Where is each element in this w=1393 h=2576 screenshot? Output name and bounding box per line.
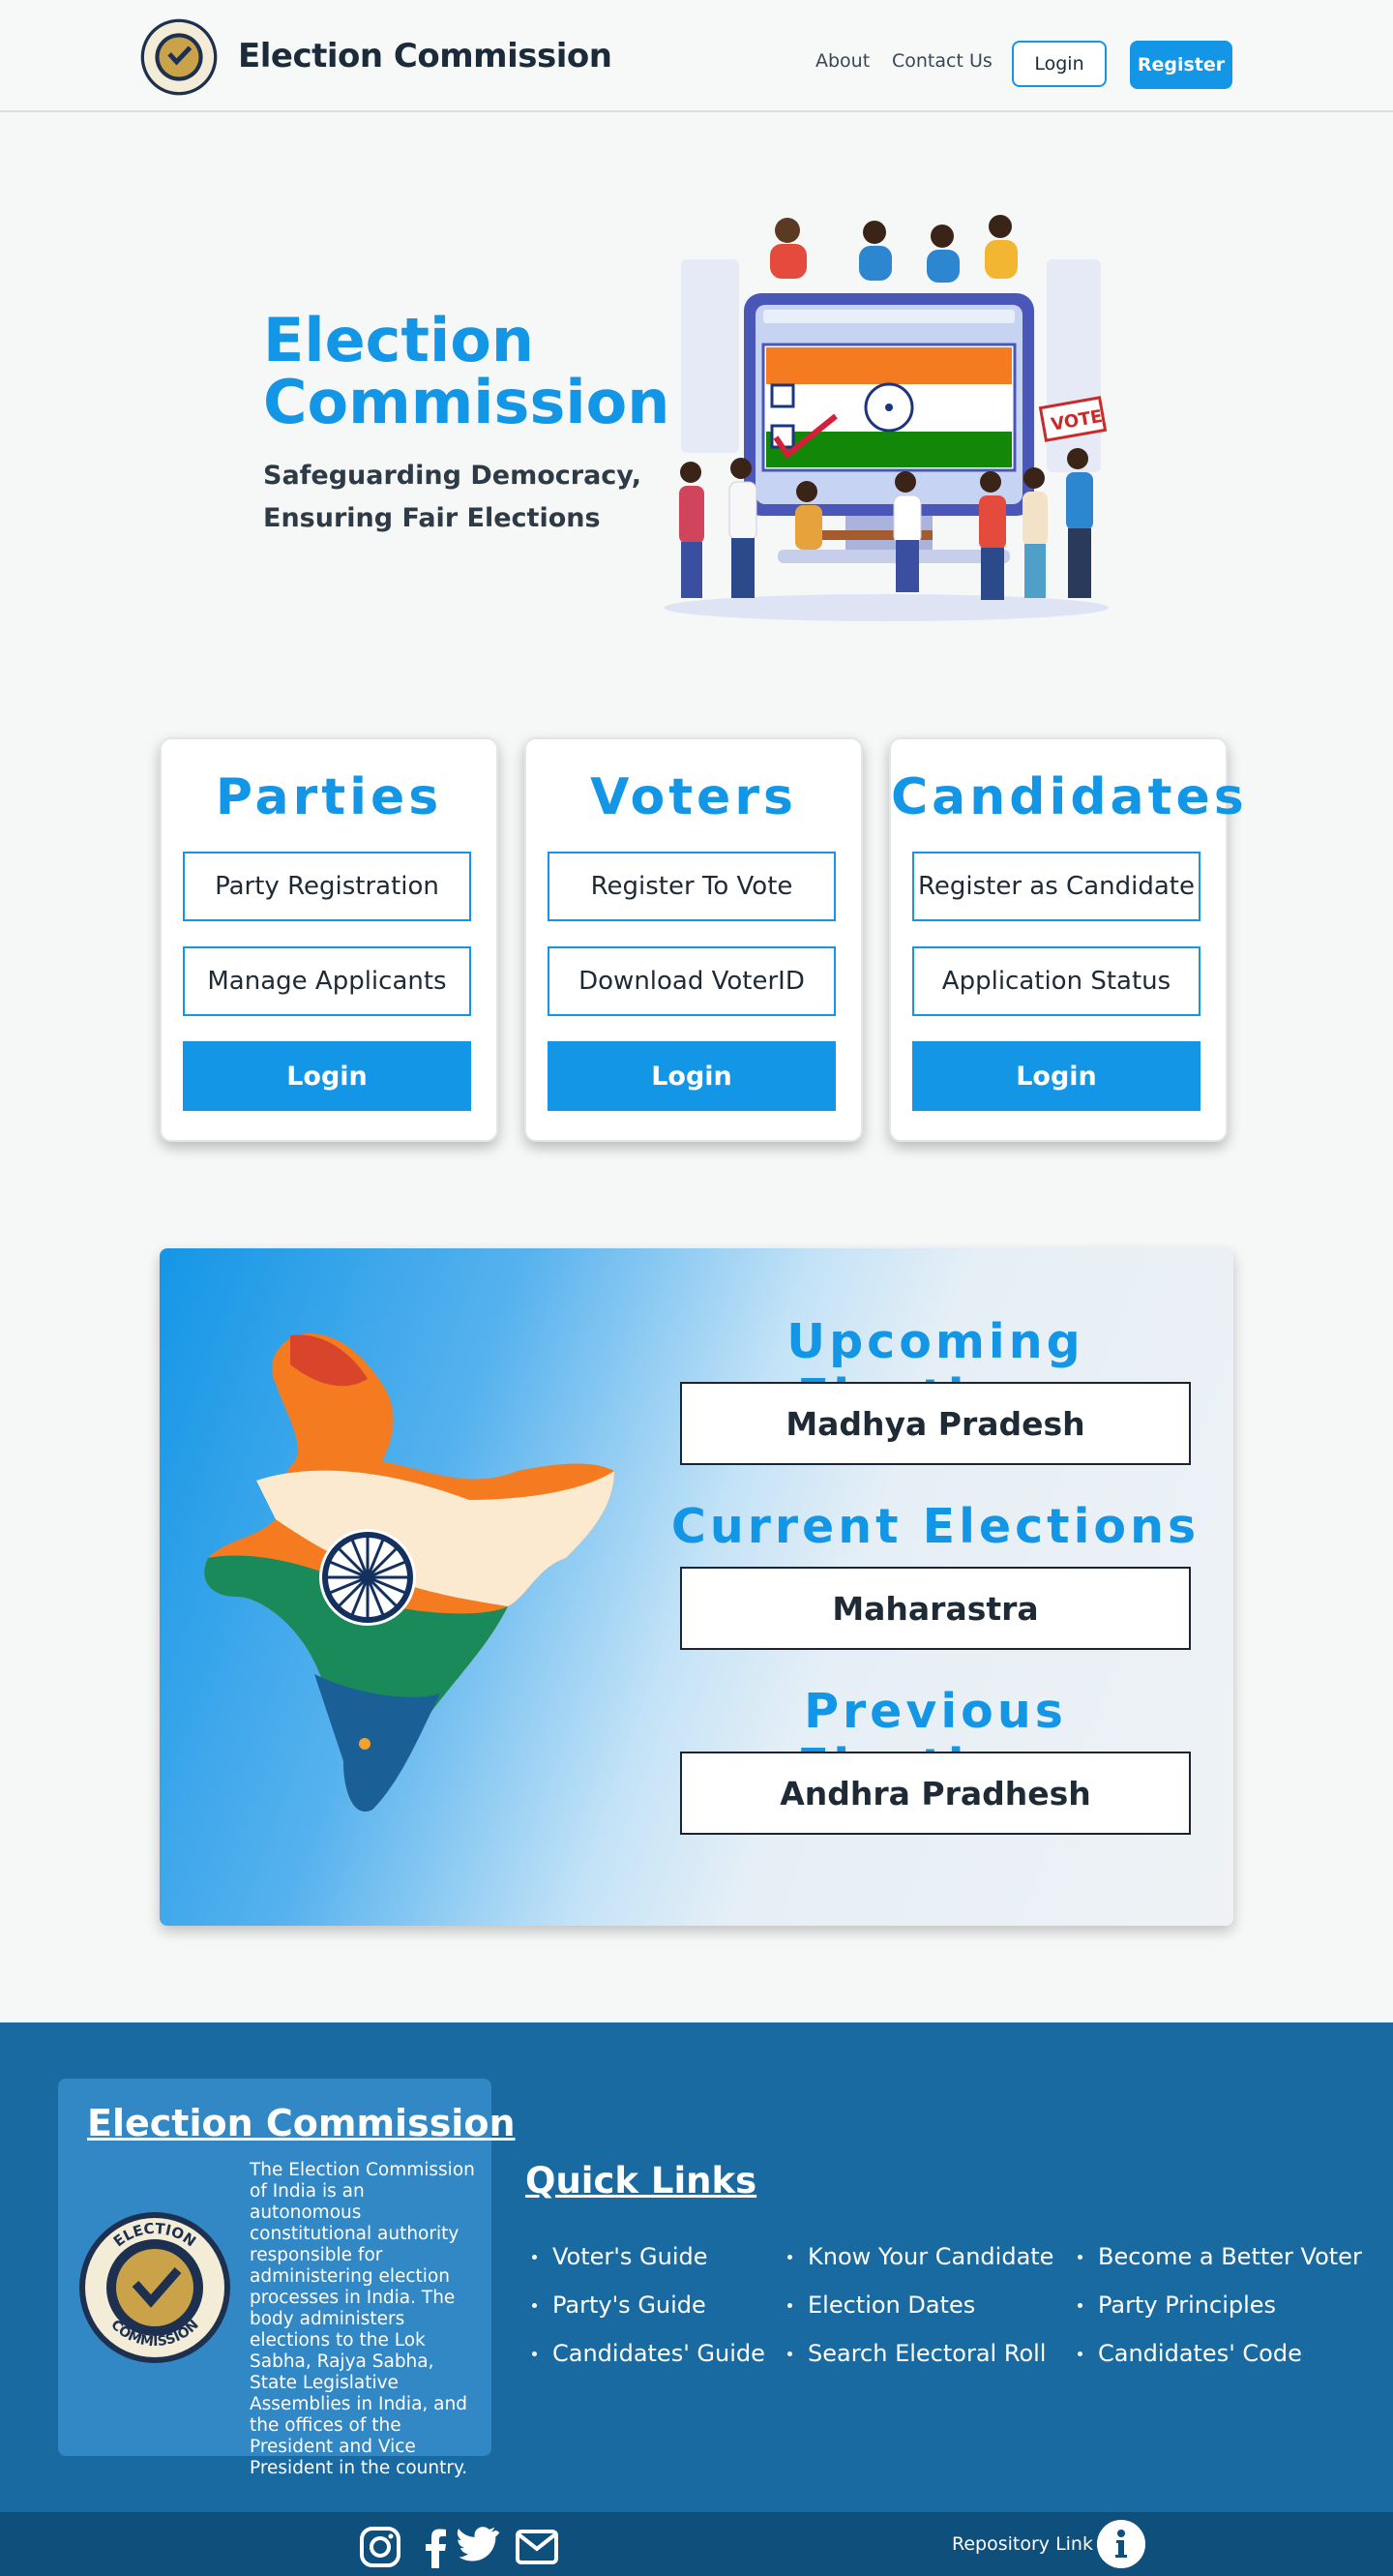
election-commission-logo[interactable] [139,17,219,97]
hero-subtitle-line2: Ensuring Fair Elections [263,503,601,533]
quick-link-party-principles[interactable]: Party Principles [1074,2291,1362,2340]
party-registration-button[interactable]: Party Registration [183,852,471,921]
application-status-button[interactable]: Application Status [912,946,1200,1016]
footer-about-text: The Election Commission of India is an a… [250,2160,475,2478]
login-button[interactable]: Login [1012,41,1107,87]
quick-links-title: Quick Links [525,2160,757,2202]
download-voterid-button[interactable]: Download VoterID [548,946,836,1016]
hero-title: Election Commission [263,310,669,434]
card-title-voters: Voters [590,768,797,826]
nav-link-about[interactable]: About [815,50,870,72]
quick-links-column-2: Know Your Candidate Election Dates Searc… [784,2243,1053,2388]
elections-panel: Upcoming Elections Madhya Pradesh Curren… [160,1248,1233,1926]
nav-link-contact[interactable]: Contact Us [892,50,993,72]
quick-link-election-dates[interactable]: Election Dates [784,2291,1053,2340]
quick-link-know-your-candidate[interactable]: Know Your Candidate [784,2243,1053,2291]
register-button[interactable]: Register [1130,41,1232,89]
election-commission-seal-icon: ELECTION COMMISSION [79,2212,230,2363]
footer: Election Commission ELECTION COMMISSION … [0,2022,1393,2512]
repository-link[interactable]: Repository Link [952,2533,1093,2555]
twitter-icon[interactable] [457,2526,501,2568]
footer-bottom-bar: Repository Link [0,2512,1393,2576]
quick-link-candidates-code[interactable]: Candidates' Code [1074,2340,1362,2388]
current-election-state[interactable]: Maharastra [680,1567,1191,1650]
card-title-parties: Parties [215,768,443,826]
quick-link-voters-guide[interactable]: Voter's Guide [528,2243,765,2291]
register-to-vote-button[interactable]: Register To Vote [548,852,836,921]
quick-link-search-electoral-roll[interactable]: Search Electoral Roll [784,2340,1053,2388]
hero-title-line2: Commission [263,367,670,437]
previous-election-state[interactable]: Andhra Pradhesh [680,1752,1191,1835]
hero-subtitle-line1: Safeguarding Democracy, [263,461,642,491]
register-as-candidate-button[interactable]: Register as Candidate [912,852,1200,921]
quick-links-column-3: Become a Better Voter Party Principles C… [1074,2243,1362,2388]
india-map-illustration [204,1333,614,1812]
hero-voting-illustration: VOTE [664,215,1109,621]
upcoming-election-state[interactable]: Madhya Pradesh [680,1382,1191,1465]
quick-links-column-1: Voter's Guide Party's Guide Candidates' … [528,2243,765,2388]
footer-about-title: Election Commission [87,2102,516,2144]
manage-applicants-button[interactable]: Manage Applicants [183,946,471,1016]
facebook-icon[interactable] [414,2526,459,2568]
info-icon[interactable] [1097,2520,1145,2568]
card-title-candidates: Candidates [891,768,1248,826]
hero-subtitle: Safeguarding Democracy, Ensuring Fair El… [263,455,641,540]
instagram-icon[interactable] [358,2526,402,2568]
parties-login-button[interactable]: Login [183,1041,471,1111]
footer-about-box: Election Commission ELECTION COMMISSION … [58,2079,516,2478]
hero-title-line1: Election [263,305,535,375]
card-voters: Voters Register To Vote Download VoterID… [524,737,863,1142]
mail-icon[interactable] [515,2526,559,2568]
quick-link-candidates-guide[interactable]: Candidates' Guide [528,2340,765,2388]
quick-link-better-voter[interactable]: Become a Better Voter [1074,2243,1362,2291]
site-title: Election Commission [238,37,612,75]
quick-link-partys-guide[interactable]: Party's Guide [528,2291,765,2340]
voters-login-button[interactable]: Login [548,1041,836,1111]
candidates-login-button[interactable]: Login [912,1041,1200,1111]
card-parties: Parties Party Registration Manage Applic… [160,737,498,1142]
current-elections-heading: Current Elections [670,1499,1200,1554]
navbar: Election Commission About Contact Us Log… [0,0,1393,112]
card-candidates: Candidates Register as Candidate Applica… [889,737,1248,1142]
